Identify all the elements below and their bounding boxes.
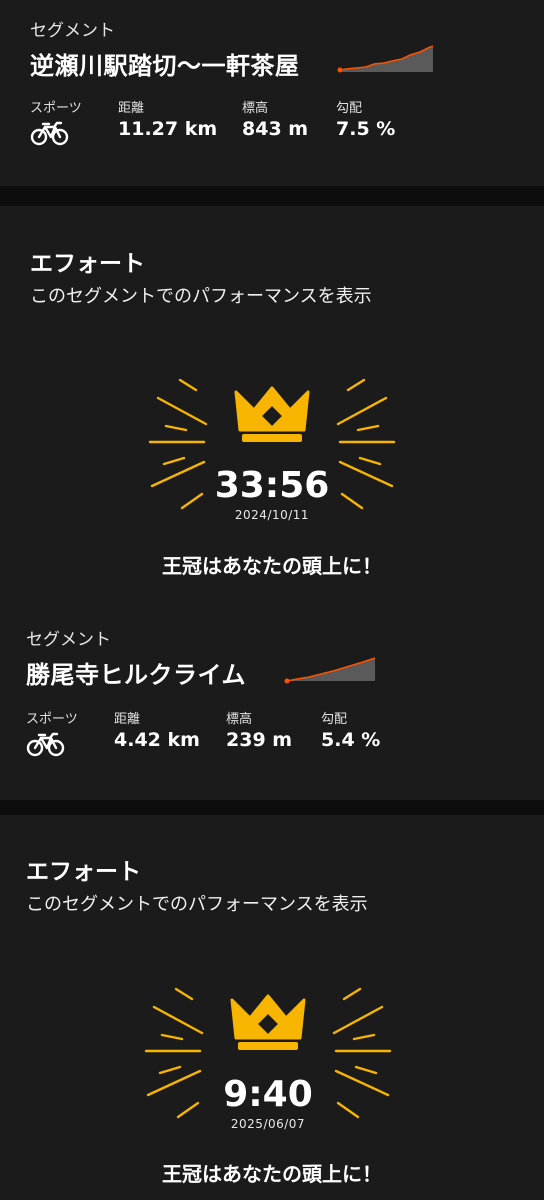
grade-value: 5.4 % [321,729,381,751]
distance-label: 距離 [118,101,145,116]
elevation-value: 843 m [242,118,309,140]
bike-icon [26,732,65,757]
elevation-label: 標高 [242,101,269,116]
segment-card[interactable]: セグメント 逆瀬川駅踏切〜一軒茶屋 スポーツ 距離 11.27 km 標高 84… [0,0,544,186]
distance-value: 11.27 km [118,118,218,140]
bike-icon [30,121,69,146]
sport-label: スポーツ [26,712,78,727]
elevation-profile-chart [284,657,376,684]
crown-message: 王冠はあなたの頭上に！ [162,554,382,578]
crown-message: 王冠はあなたの頭上に！ [162,1162,382,1186]
effort-heading: エフォート [26,859,141,885]
effort-date: 2024/10/11 [234,508,310,522]
crown-icon [234,386,310,442]
section-label: セグメント [26,630,111,650]
effort-date: 2025/06/07 [230,1117,306,1131]
effort-time: 33:56 [214,465,330,506]
elevation-value: 239 m [226,729,293,751]
grade-value: 7.5 % [336,118,396,140]
effort-subtitle: このセグメントでのパフォーマンスを表示 [30,286,372,307]
effort-time: 9:40 [223,1074,313,1115]
distance-label: 距離 [114,712,141,727]
effort-card[interactable]: エフォート このセグメントでのパフォーマンスを表示 33:56 2024/10/… [0,206,544,800]
effort-card[interactable]: エフォート このセグメントでのパフォーマンスを表示 9:40 2025/06/0 [0,815,544,1200]
elevation-profile-chart [337,45,434,73]
segment-title[interactable]: 勝尾寺ヒルクライム [26,655,246,690]
distance-value: 4.42 km [114,729,200,751]
crown-icon [230,994,306,1050]
sport-label: スポーツ [30,101,82,116]
elevation-label: 標高 [226,712,253,727]
effort-heading: エフォート [30,251,145,277]
grade-label: 勾配 [336,101,363,116]
section-label: セグメント [30,21,115,41]
effort-subtitle: このセグメントでのパフォーマンスを表示 [26,894,368,915]
grade-label: 勾配 [321,712,348,727]
segment-title[interactable]: 逆瀬川駅踏切〜一軒茶屋 [30,46,300,81]
